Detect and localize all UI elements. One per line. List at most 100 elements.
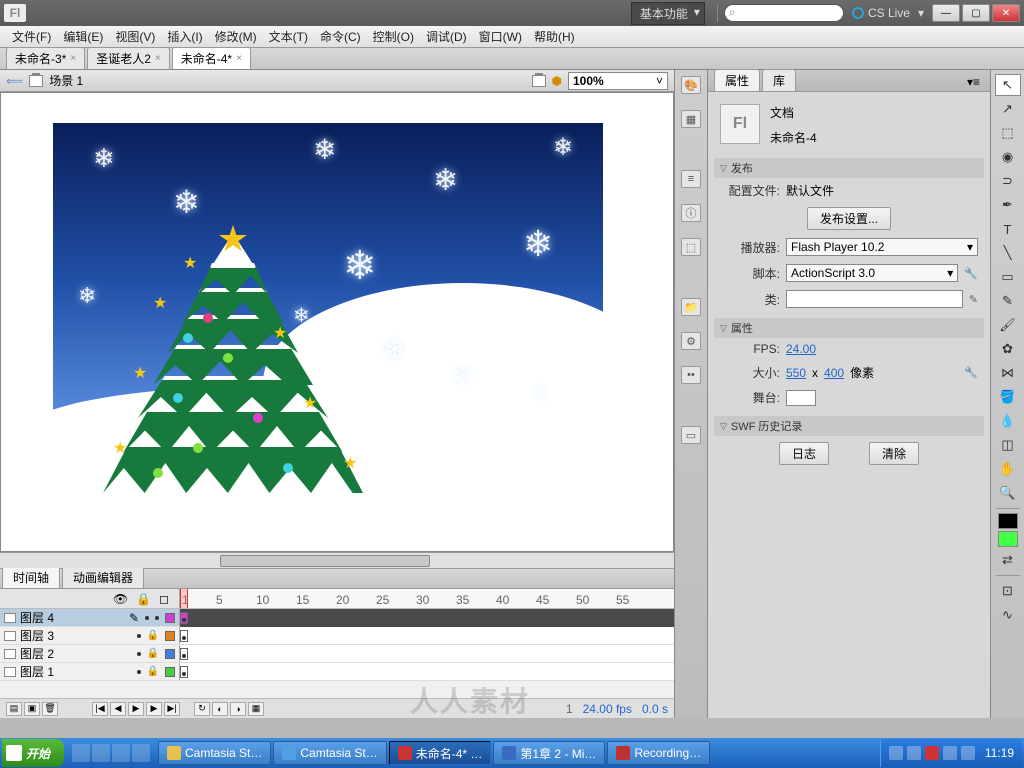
tab-properties[interactable]: 属性	[714, 69, 760, 91]
menu-debug[interactable]: 调试(D)	[420, 26, 473, 47]
fps-value[interactable]: 24.00	[786, 342, 816, 356]
log-button[interactable]: 日志	[779, 442, 829, 465]
layer-row[interactable]: 图层 4✎	[0, 609, 674, 627]
project-panel-icon[interactable]: ▭	[681, 426, 701, 444]
last-frame-button[interactable]: ▶|	[164, 702, 180, 716]
taskbar-item[interactable]: 未命名-4* …	[389, 741, 492, 765]
menu-text[interactable]: 文本(T)	[263, 26, 314, 47]
menu-help[interactable]: 帮助(H)	[528, 26, 581, 47]
class-input[interactable]	[786, 290, 963, 308]
free-transform-tool[interactable]: ⬚	[995, 122, 1021, 144]
zoom-dropdown[interactable]: 100%˅	[568, 72, 668, 90]
bone-tool[interactable]: ⋈	[995, 362, 1021, 384]
play-button[interactable]: ▶	[128, 702, 144, 716]
loop-button[interactable]: ↻	[194, 702, 210, 716]
system-tray[interactable]: 11:19	[880, 739, 1022, 767]
maximize-button[interactable]: ▢	[962, 4, 990, 22]
frame-ruler[interactable]: 1 5 10 15 20 25 30 35 40 45 50 55	[180, 589, 674, 608]
publish-settings-button[interactable]: 发布设置...	[807, 207, 891, 230]
height-value[interactable]: 400	[824, 366, 844, 380]
menu-edit[interactable]: 编辑(E)	[57, 26, 109, 47]
doc-tab-1[interactable]: 圣诞老人2×	[87, 47, 170, 69]
section-swf-history[interactable]: SWF 历史记录	[714, 416, 984, 436]
next-frame-button[interactable]: ▶	[146, 702, 162, 716]
transform-panel-icon[interactable]: ⬚	[681, 238, 701, 256]
hand-tool[interactable]: ✋	[995, 458, 1021, 480]
stage-color-swatch[interactable]	[786, 390, 816, 406]
first-frame-button[interactable]: |◀	[92, 702, 108, 716]
layer-row[interactable]: 图层 3🔒	[0, 627, 674, 645]
info-panel-icon[interactable]: ⓘ	[681, 204, 701, 222]
width-value[interactable]: 550	[786, 366, 806, 380]
rectangle-tool[interactable]: ▭	[995, 266, 1021, 288]
taskbar-item[interactable]: Camtasia St…	[158, 741, 271, 765]
fill-color-swatch[interactable]	[998, 531, 1018, 547]
edit-multiple-button[interactable]: ▦	[248, 702, 264, 716]
lock-icon[interactable]: 🔒	[147, 630, 159, 641]
stage[interactable]: ❄❄❄ ❄❄❄ ❄❄❄ ❄❄❄ ★ ★★ ★★ ★★ ★	[0, 92, 674, 552]
script-dropdown[interactable]: ActionScript 3.0▾	[786, 264, 958, 282]
quicklaunch-icon[interactable]	[132, 744, 150, 762]
taskbar-item[interactable]: Camtasia St…	[273, 741, 386, 765]
components-icon[interactable]: ⚙	[681, 332, 701, 350]
wrench-icon[interactable]: 🔧	[964, 267, 978, 280]
new-folder-button[interactable]: ▣	[24, 702, 40, 716]
eye-icon[interactable]: 👁	[113, 592, 128, 606]
lock-icon[interactable]: 🔒	[136, 592, 151, 606]
tab-motion-editor[interactable]: 动画编辑器	[62, 566, 144, 588]
pencil-icon[interactable]: ✎	[969, 293, 978, 306]
tray-icon[interactable]	[961, 746, 975, 760]
layer-row[interactable]: 图层 1🔒	[0, 663, 674, 681]
symbol-icon[interactable]: ⬢	[552, 74, 562, 88]
edit-scene-icon[interactable]	[532, 75, 546, 87]
swap-colors-icon[interactable]: ⇄	[995, 549, 1021, 571]
color-panel-icon[interactable]: 🎨	[681, 76, 701, 94]
lock-icon[interactable]: 🔒	[147, 648, 159, 659]
stroke-color-swatch[interactable]	[998, 513, 1018, 529]
taskbar-item[interactable]: Recording…	[607, 741, 710, 765]
tray-icon[interactable]	[925, 746, 939, 760]
prev-frame-button[interactable]: ◀	[110, 702, 126, 716]
behaviors-icon[interactable]: ••	[681, 366, 701, 384]
layer-row[interactable]: 图层 2🔒	[0, 645, 674, 663]
eyedropper-tool[interactable]: 💧	[995, 410, 1021, 432]
layer-color-swatch[interactable]	[165, 649, 175, 659]
pen-tool[interactable]: ✒	[995, 194, 1021, 216]
stage-canvas[interactable]: ❄❄❄ ❄❄❄ ❄❄❄ ❄❄❄ ★ ★★ ★★ ★★ ★	[53, 123, 603, 523]
subselection-tool[interactable]: ↗	[995, 98, 1021, 120]
layer-color-swatch[interactable]	[165, 667, 175, 677]
menu-window[interactable]: 窗口(W)	[473, 26, 528, 47]
cslive-button[interactable]: CS Live▾	[852, 6, 924, 20]
onion-skin-button[interactable]: ◐	[212, 702, 228, 716]
quicklaunch-icon[interactable]	[92, 744, 110, 762]
pencil-tool[interactable]: ✎	[995, 290, 1021, 312]
menu-view[interactable]: 视图(V)	[109, 26, 161, 47]
paint-bucket-tool[interactable]: 🪣	[995, 386, 1021, 408]
smooth-tool[interactable]: ∿	[995, 604, 1021, 626]
player-dropdown[interactable]: Flash Player 10.2▾	[786, 238, 978, 256]
panel-menu-icon[interactable]: ▾≡	[963, 73, 984, 91]
onion-outline-button[interactable]: ◑	[230, 702, 246, 716]
minimize-button[interactable]: —	[932, 4, 960, 22]
quicklaunch-icon[interactable]	[72, 744, 90, 762]
tab-timeline[interactable]: 时间轴	[2, 566, 60, 588]
section-props[interactable]: 属性	[714, 318, 984, 338]
tray-icon[interactable]	[943, 746, 957, 760]
layer-color-swatch[interactable]	[165, 631, 175, 641]
menu-command[interactable]: 命令(C)	[314, 26, 367, 47]
clock[interactable]: 11:19	[985, 746, 1014, 760]
section-publish[interactable]: 发布	[714, 158, 984, 178]
brush-tool[interactable]: 🖌	[995, 314, 1021, 336]
clear-button[interactable]: 清除	[869, 442, 919, 465]
align-panel-icon[interactable]: ≡	[681, 170, 701, 188]
delete-layer-button[interactable]: 🗑	[42, 702, 58, 716]
search-input[interactable]	[724, 4, 844, 22]
eraser-tool[interactable]: ◫	[995, 434, 1021, 456]
lock-icon[interactable]: 🔒	[147, 666, 159, 677]
menu-modify[interactable]: 修改(M)	[209, 26, 263, 47]
close-icon[interactable]: ×	[236, 53, 242, 64]
deco-tool[interactable]: ✿	[995, 338, 1021, 360]
zoom-tool[interactable]: 🔍	[995, 482, 1021, 504]
library-panel-icon[interactable]: 📁	[681, 298, 701, 316]
snap-tool[interactable]: ⊡	[995, 580, 1021, 602]
